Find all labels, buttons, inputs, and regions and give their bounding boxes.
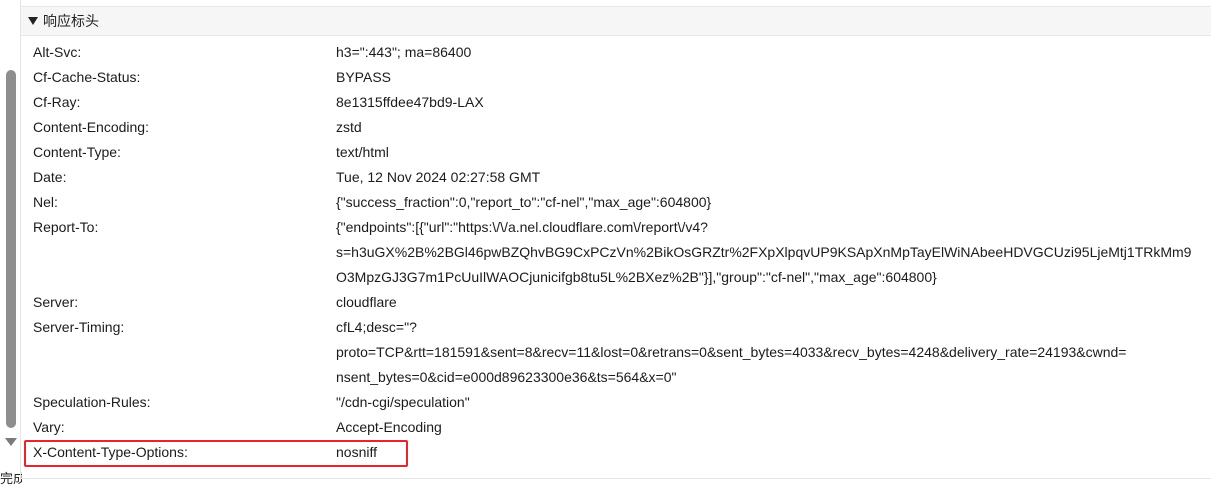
header-value-line: Accept-Encoding bbox=[336, 419, 442, 435]
header-value: cloudflare bbox=[336, 290, 1211, 315]
header-value: 8e1315ffdee47bd9-LAX bbox=[336, 90, 1211, 115]
header-list: Alt-Svc: h3=":443"; ma=86400 Cf-Cache-Stat… bbox=[21, 40, 1211, 467]
header-value: {"success_fraction":0,"report_to":"cf-ne… bbox=[336, 190, 1211, 215]
header-name: Content-Encoding: bbox=[33, 119, 149, 135]
header-value-line: nsent_bytes=0&cid=e000d89623300e36&ts=56… bbox=[336, 369, 677, 385]
header-value-line: h3=":443"; ma=86400 bbox=[336, 44, 472, 60]
header-row: Report-To: {"endpoints":[{"url":"https:\/… bbox=[21, 215, 1211, 290]
status-text: 完成 bbox=[0, 471, 22, 486]
header-row: Server-Timing: cfL4;desc="? proto=TCP&rtt=… bbox=[21, 315, 1211, 390]
header-name: Server: bbox=[33, 294, 79, 310]
header-row: X-Content-Type-Options: nosniff bbox=[21, 440, 1211, 467]
header-row: Nel: {"success_fraction":0,"report_to":"c… bbox=[21, 190, 1211, 215]
header-value: BYPASS bbox=[336, 65, 1211, 90]
header-value: Tue, 12 Nov 2024 02:27:58 GMT bbox=[336, 165, 1211, 190]
scrollbar-thumb[interactable] bbox=[6, 70, 16, 428]
header-name: Report-To: bbox=[33, 219, 99, 235]
header-row: Content-Encoding: zstd bbox=[21, 115, 1211, 140]
header-value: zstd bbox=[336, 115, 1211, 140]
header-value-line: O3MpzGJ3G7m1PcUuIlWAOCjunicifgb8tu5L%2BX… bbox=[336, 269, 937, 285]
header-value: Accept-Encoding bbox=[336, 415, 1211, 440]
header-name: Cf-Ray: bbox=[33, 94, 81, 110]
header-name: Date: bbox=[33, 169, 67, 185]
header-name: Nel: bbox=[33, 194, 58, 210]
header-name: Vary: bbox=[33, 419, 65, 435]
header-value-line: {"success_fraction":0,"report_to":"cf-ne… bbox=[336, 194, 712, 210]
header-value: nosniff bbox=[336, 440, 1211, 465]
header-row: Server: cloudflare bbox=[21, 290, 1211, 315]
header-value-line: Tue, 12 Nov 2024 02:27:58 GMT bbox=[336, 169, 541, 185]
header-row: Cf-Ray: 8e1315ffdee47bd9-LAX bbox=[21, 90, 1211, 115]
header-name: Speculation-Rules: bbox=[33, 394, 151, 410]
header-row: Vary: Accept-Encoding bbox=[21, 415, 1211, 440]
expand-triangle-icon bbox=[28, 17, 38, 25]
response-headers-panel: 响应标头 Alt-Svc: h3=":443"; ma=86400 Cf-Cache… bbox=[20, 0, 1211, 480]
header-value: h3=":443"; ma=86400 bbox=[336, 40, 1211, 65]
header-value-line: BYPASS bbox=[336, 69, 391, 85]
divider bbox=[21, 478, 1211, 479]
section-title: 响应标头 bbox=[43, 13, 99, 29]
header-value-line: text/html bbox=[336, 144, 389, 160]
header-row: Date: Tue, 12 Nov 2024 02:27:58 GMT bbox=[21, 165, 1211, 190]
header-row: Cf-Cache-Status: BYPASS bbox=[21, 65, 1211, 90]
header-value-line: "/cdn-cgi/speculation" bbox=[336, 394, 470, 410]
header-value-line: cfL4;desc="? bbox=[336, 319, 417, 335]
header-row: Content-Type: text/html bbox=[21, 140, 1211, 165]
header-value-line: proto=TCP&rtt=181591&sent=8&recv=11&lost… bbox=[336, 344, 1127, 360]
header-value-line: zstd bbox=[336, 119, 362, 135]
header-value-line: {"endpoints":[{"url":"https:\/\/a.nel.cl… bbox=[336, 219, 708, 235]
header-value-line: cloudflare bbox=[336, 294, 397, 310]
header-value: "/cdn-cgi/speculation" bbox=[336, 390, 1211, 415]
vertical-scrollbar[interactable] bbox=[0, 0, 20, 463]
header-value-line: s=h3uGX%2B%2BGl46pwBZQhvBG9CxPCzVn%2BikO… bbox=[336, 244, 1192, 260]
header-value: text/html bbox=[336, 140, 1211, 165]
header-value-line: 8e1315ffdee47bd9-LAX bbox=[336, 94, 484, 110]
header-name: Cf-Cache-Status: bbox=[33, 69, 141, 85]
header-name: X-Content-Type-Options: bbox=[33, 444, 188, 460]
header-name: Alt-Svc: bbox=[33, 44, 82, 60]
header-row: Speculation-Rules: "/cdn-cgi/speculation" bbox=[21, 390, 1211, 415]
header-name: Server-Timing: bbox=[33, 319, 125, 335]
scroll-down-arrow-icon[interactable] bbox=[5, 438, 17, 446]
header-value-line: nosniff bbox=[336, 444, 377, 460]
header-row: Alt-Svc: h3=":443"; ma=86400 bbox=[21, 40, 1211, 65]
header-value: {"endpoints":[{"url":"https:\/\/a.nel.cl… bbox=[336, 215, 1211, 290]
header-name: Content-Type: bbox=[33, 144, 121, 160]
response-headers-toggle[interactable]: 响应标头 bbox=[21, 6, 1211, 36]
header-value: cfL4;desc="? proto=TCP&rtt=181591&sent=8&… bbox=[336, 315, 1211, 390]
